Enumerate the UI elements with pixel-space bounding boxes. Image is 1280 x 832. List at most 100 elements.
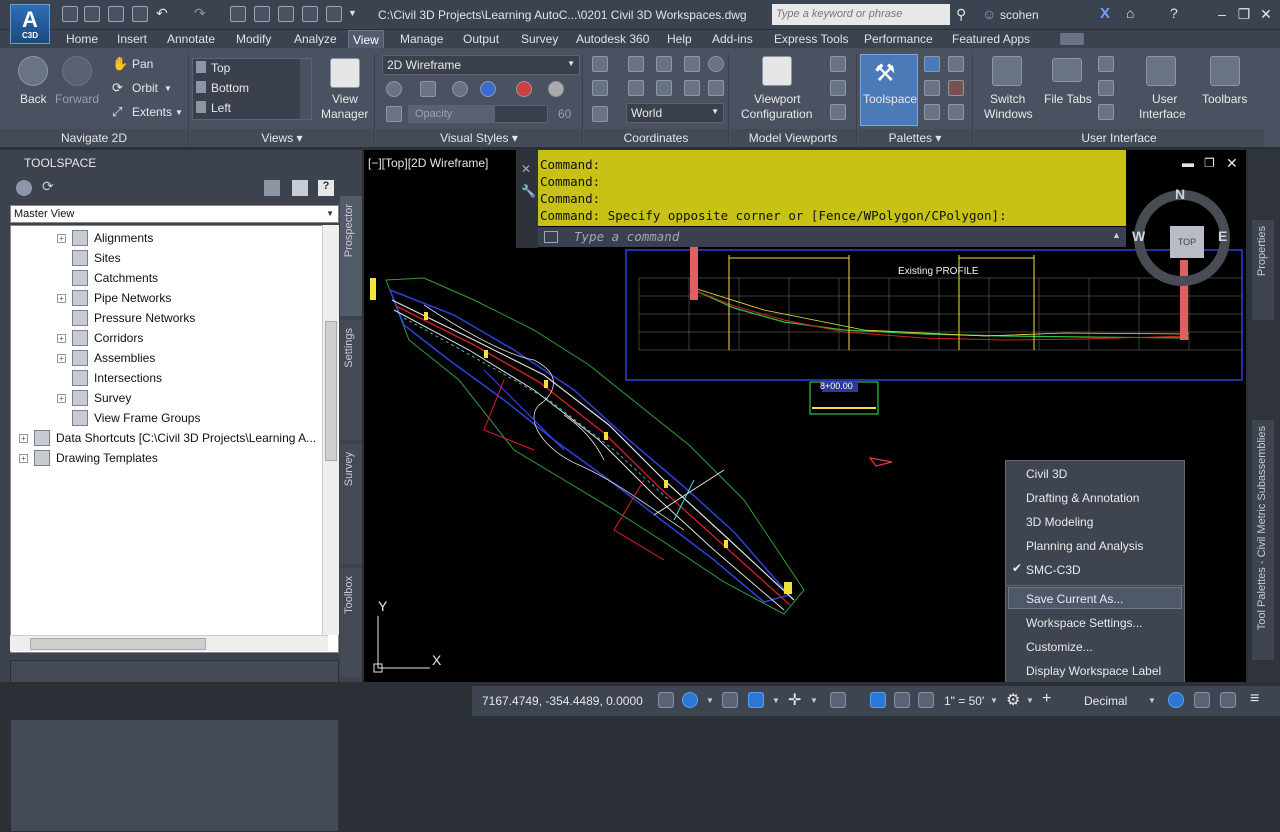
tab-survey[interactable]: Survey — [517, 30, 562, 48]
restore-button[interactable]: ❐ — [1234, 4, 1254, 24]
compass-east[interactable]: E — [1218, 228, 1227, 244]
command-line-handle[interactable]: ✕ 🔧 — [516, 150, 538, 248]
undo-icon[interactable]: ↶ — [156, 5, 168, 22]
tab-express-tools[interactable]: Express Tools — [770, 30, 852, 48]
tab-insert[interactable]: Insert — [113, 30, 151, 48]
chevron-down-icon[interactable]: ▼ — [810, 696, 818, 705]
tree-item-assemblies[interactable]: + Assemblies — [57, 348, 155, 368]
viewport-config-label-1[interactable]: Viewport — [754, 92, 800, 106]
toolspace-options-icon[interactable] — [16, 180, 32, 196]
ucs-x-icon[interactable] — [708, 80, 724, 96]
tree-item-alignments[interactable]: + Alignments — [57, 228, 153, 248]
workspace-drafting-annotation[interactable]: Drafting & Annotation — [1026, 487, 1139, 509]
pan-label[interactable]: Pan — [132, 57, 153, 71]
shadow-icon[interactable] — [452, 81, 468, 97]
color-icon[interactable] — [516, 81, 532, 97]
back-icon[interactable] — [18, 56, 48, 86]
ucs-view-icon[interactable] — [708, 56, 724, 72]
isolate-objects-icon[interactable] — [1168, 692, 1184, 708]
palette-toolbox-icon[interactable] — [948, 80, 964, 96]
toolbars-label[interactable]: Toolbars — [1202, 92, 1247, 106]
hardware-acceleration-icon[interactable] — [1194, 692, 1210, 708]
customization-menu-icon[interactable]: ≡ — [1250, 690, 1259, 708]
workspace-settings[interactable]: Workspace Settings... — [1026, 612, 1143, 634]
user-interface-icon[interactable] — [1146, 56, 1176, 86]
orbit-label[interactable]: Orbit — [132, 81, 158, 95]
annotation-scale-sync-icon[interactable] — [894, 692, 910, 708]
expand-icon[interactable]: + — [19, 433, 28, 443]
tree-item-drawing-templates[interactable]: + Drawing Templates — [19, 448, 158, 468]
expand-icon[interactable]: + — [57, 233, 66, 243]
viewport-restore-icon[interactable] — [830, 80, 846, 96]
tab-autodesk-360[interactable]: Autodesk 360 — [572, 30, 653, 48]
select-similar-icon[interactable] — [254, 6, 270, 22]
tab-performance[interactable]: Performance — [860, 30, 937, 48]
expand-icon[interactable]: + — [57, 393, 66, 403]
tab-analyze[interactable]: Analyze — [290, 30, 341, 48]
redo-icon[interactable]: ↷ — [194, 5, 206, 22]
toolspace-button[interactable]: ⚒ — [860, 54, 918, 126]
tab-toolbox[interactable]: Toolbox — [340, 568, 362, 678]
workspace-3d-modeling[interactable]: 3D Modeling — [1026, 511, 1093, 533]
tab-view[interactable]: View — [348, 30, 384, 48]
new-file-icon[interactable] — [62, 6, 78, 22]
switch-windows-label-2[interactable]: Windows — [984, 107, 1033, 121]
extents-icon[interactable]: ⤢ — [112, 104, 122, 120]
tree-item-corridors[interactable]: + Corridors — [57, 328, 143, 348]
model-space-icon[interactable] — [658, 692, 674, 708]
layout-tabs-icon[interactable] — [1098, 56, 1114, 72]
close-button[interactable]: ✕ — [1256, 4, 1276, 24]
file-tabs-icon[interactable] — [1052, 58, 1082, 82]
back-label[interactable]: Back — [20, 92, 47, 106]
tree-item-pressure-networks[interactable]: Pressure Networks — [72, 308, 195, 328]
expand-icon[interactable]: + — [57, 293, 66, 303]
status-bar-icon[interactable] — [1098, 80, 1114, 96]
viewport-config-label-2[interactable]: Configuration — [741, 107, 812, 121]
chevron-down-icon[interactable]: ▼ — [772, 696, 780, 705]
tree-item-view-frame-groups[interactable]: View Frame Groups — [72, 408, 200, 428]
tree-item-data-shortcuts[interactable]: + Data Shortcuts [C:\Civil 3D Projects\Le… — [19, 428, 316, 448]
minimize-button[interactable]: – — [1212, 4, 1232, 24]
tab-survey-palette[interactable]: Survey — [340, 444, 362, 564]
tab-manage[interactable]: Manage — [396, 30, 447, 48]
coordinates-readout[interactable]: 7167.4749, -354.4489, 0.0000 — [482, 694, 643, 708]
search-input[interactable]: Type a keyword or phrase — [772, 4, 950, 25]
save-current-as[interactable]: Save Current As... — [1026, 588, 1123, 610]
chevron-down-icon[interactable]: ▼ — [706, 696, 714, 705]
edge-style-icon[interactable] — [386, 81, 402, 97]
tab-modify[interactable]: Modify — [232, 30, 275, 48]
tree-item-sites[interactable]: Sites — [72, 248, 121, 268]
annotation-visibility-icon[interactable] — [870, 692, 886, 708]
tab-tool-palettes[interactable]: Tool Palettes - Civil Metric Subassembli… — [1252, 420, 1274, 660]
palette-tools-icon[interactable] — [924, 56, 940, 72]
command-history-toggle-icon[interactable]: ▲ — [1112, 230, 1121, 240]
open-file-icon[interactable] — [84, 6, 100, 22]
command-input[interactable]: Type a command — [538, 227, 1126, 247]
workspace-smc-c3d[interactable]: SMC-C3D — [1026, 559, 1081, 581]
tree-vertical-scrollbar[interactable] — [322, 225, 339, 635]
units-display[interactable]: Decimal — [1084, 694, 1127, 708]
ucs-zaxis-icon[interactable] — [656, 80, 672, 96]
toolbars-icon[interactable] — [1210, 56, 1240, 86]
tab-add-ins[interactable]: Add-ins — [708, 30, 757, 48]
viewcube-top-face[interactable]: TOP — [1170, 226, 1204, 258]
view-manager-label-2[interactable]: Manager — [321, 107, 368, 121]
scroll-thumb[interactable] — [325, 321, 337, 461]
palette-properties-icon[interactable] — [948, 56, 964, 72]
ucs-3point-icon[interactable] — [684, 80, 700, 96]
annotation-icon[interactable] — [918, 692, 934, 708]
viewcube[interactable]: TOP — [1134, 190, 1230, 286]
viewport-minimize-icon[interactable]: ▬ — [1182, 156, 1194, 170]
tree-item-catchments[interactable]: Catchments — [72, 268, 158, 288]
customize[interactable]: Customize... — [1026, 636, 1093, 658]
switch-windows-icon[interactable] — [992, 56, 1022, 86]
user-icon[interactable]: ☺ — [982, 6, 996, 22]
expand-icon[interactable]: + — [57, 353, 66, 363]
lighting-icon[interactable] — [480, 81, 496, 97]
opacity-slider[interactable]: Opacity — [408, 105, 548, 123]
visual-style-select[interactable]: 2D Wireframe ▼ — [382, 55, 580, 75]
fullscreen-icon[interactable] — [1098, 104, 1114, 120]
layer-icon[interactable] — [302, 6, 318, 22]
chevron-down-icon[interactable]: ▼ — [1026, 696, 1034, 705]
chevron-down-icon[interactable]: ▼ — [990, 696, 998, 705]
